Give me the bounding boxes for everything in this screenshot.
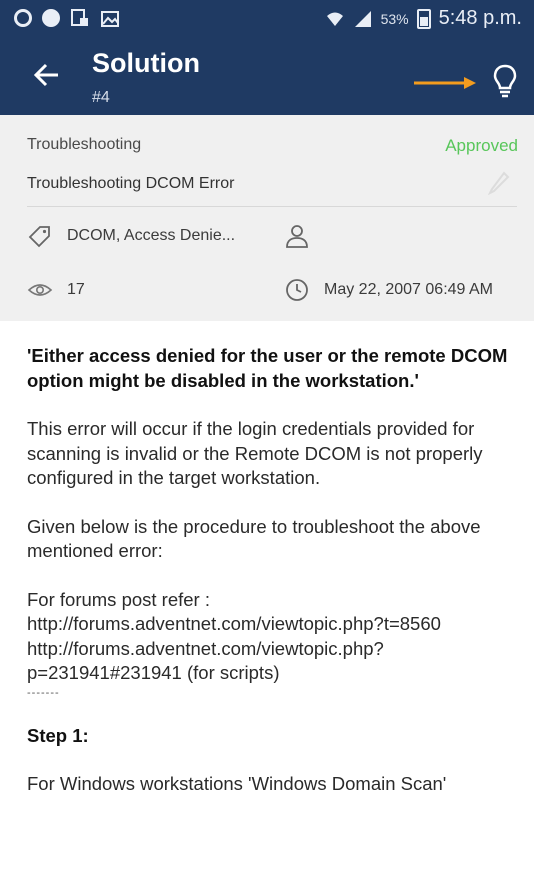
signal-icon [354,10,371,27]
tag-icon [28,226,50,248]
notification-dot-icon [42,9,60,27]
forum-link-2[interactable]: http://forums.adventnet.com/viewtopic.ph… [27,637,521,686]
eye-icon [27,284,53,296]
paragraph-procedure: Given below is the procedure to troubles… [27,515,481,562]
step-title: Step 1: [27,724,89,746]
annotation-arrow-icon [414,77,476,89]
user-icon [286,225,308,248]
date-row: May 22, 2007 06:49 AM [284,277,493,303]
system-status: 53% 5:48 p.m. [325,7,522,30]
screenshot-icon [71,9,88,26]
wifi-icon [326,12,343,26]
back-arrow-icon[interactable] [32,60,62,90]
battery-icon [416,8,431,29]
created-date: May 22, 2007 06:49 AM [324,281,493,298]
category-label: Troubleshooting [27,136,142,153]
solution-number: #4 [92,89,110,106]
step-text: For Windows workstations 'Windows Domain… [27,773,447,794]
requester-row[interactable] [284,223,310,249]
tags-row[interactable]: DCOM, Access Denie... [27,223,235,249]
gallery-icon [101,11,119,27]
view-count: 17 [67,281,85,298]
views-row: 17 [27,277,85,303]
page-title: Solution [92,48,200,78]
tags-text: DCOM, Access Denie... [67,227,236,244]
status-badge: Approved [445,136,518,155]
solution-meta: Troubleshooting Approved Troubleshooting… [0,115,534,321]
clock-icon [286,279,308,301]
solution-body: 'Either access denied for the user or th… [27,344,521,797]
error-heading: 'Either access denied for the user or th… [27,345,508,391]
edit-pencil-icon[interactable] [486,169,512,195]
forum-link-1[interactable]: http://forums.adventnet.com/viewtopic.ph… [27,612,521,637]
separator-line: ------- [27,686,60,699]
clock: 5:48 p.m. [438,7,522,29]
lightbulb-icon[interactable] [492,63,518,99]
solution-subject: Troubleshooting DCOM Error [27,175,235,192]
status-bar: 53% 5:48 p.m. [0,0,534,36]
divider [27,206,517,207]
battery-percent: 53% [380,10,409,27]
app-bar: Solution #4 [0,36,534,115]
notification-icons [14,8,120,28]
paragraph-cause: This error will occur if the login crede… [27,418,483,488]
notification-circle-icon [14,9,32,27]
forum-label: For forums post refer : [27,588,210,610]
